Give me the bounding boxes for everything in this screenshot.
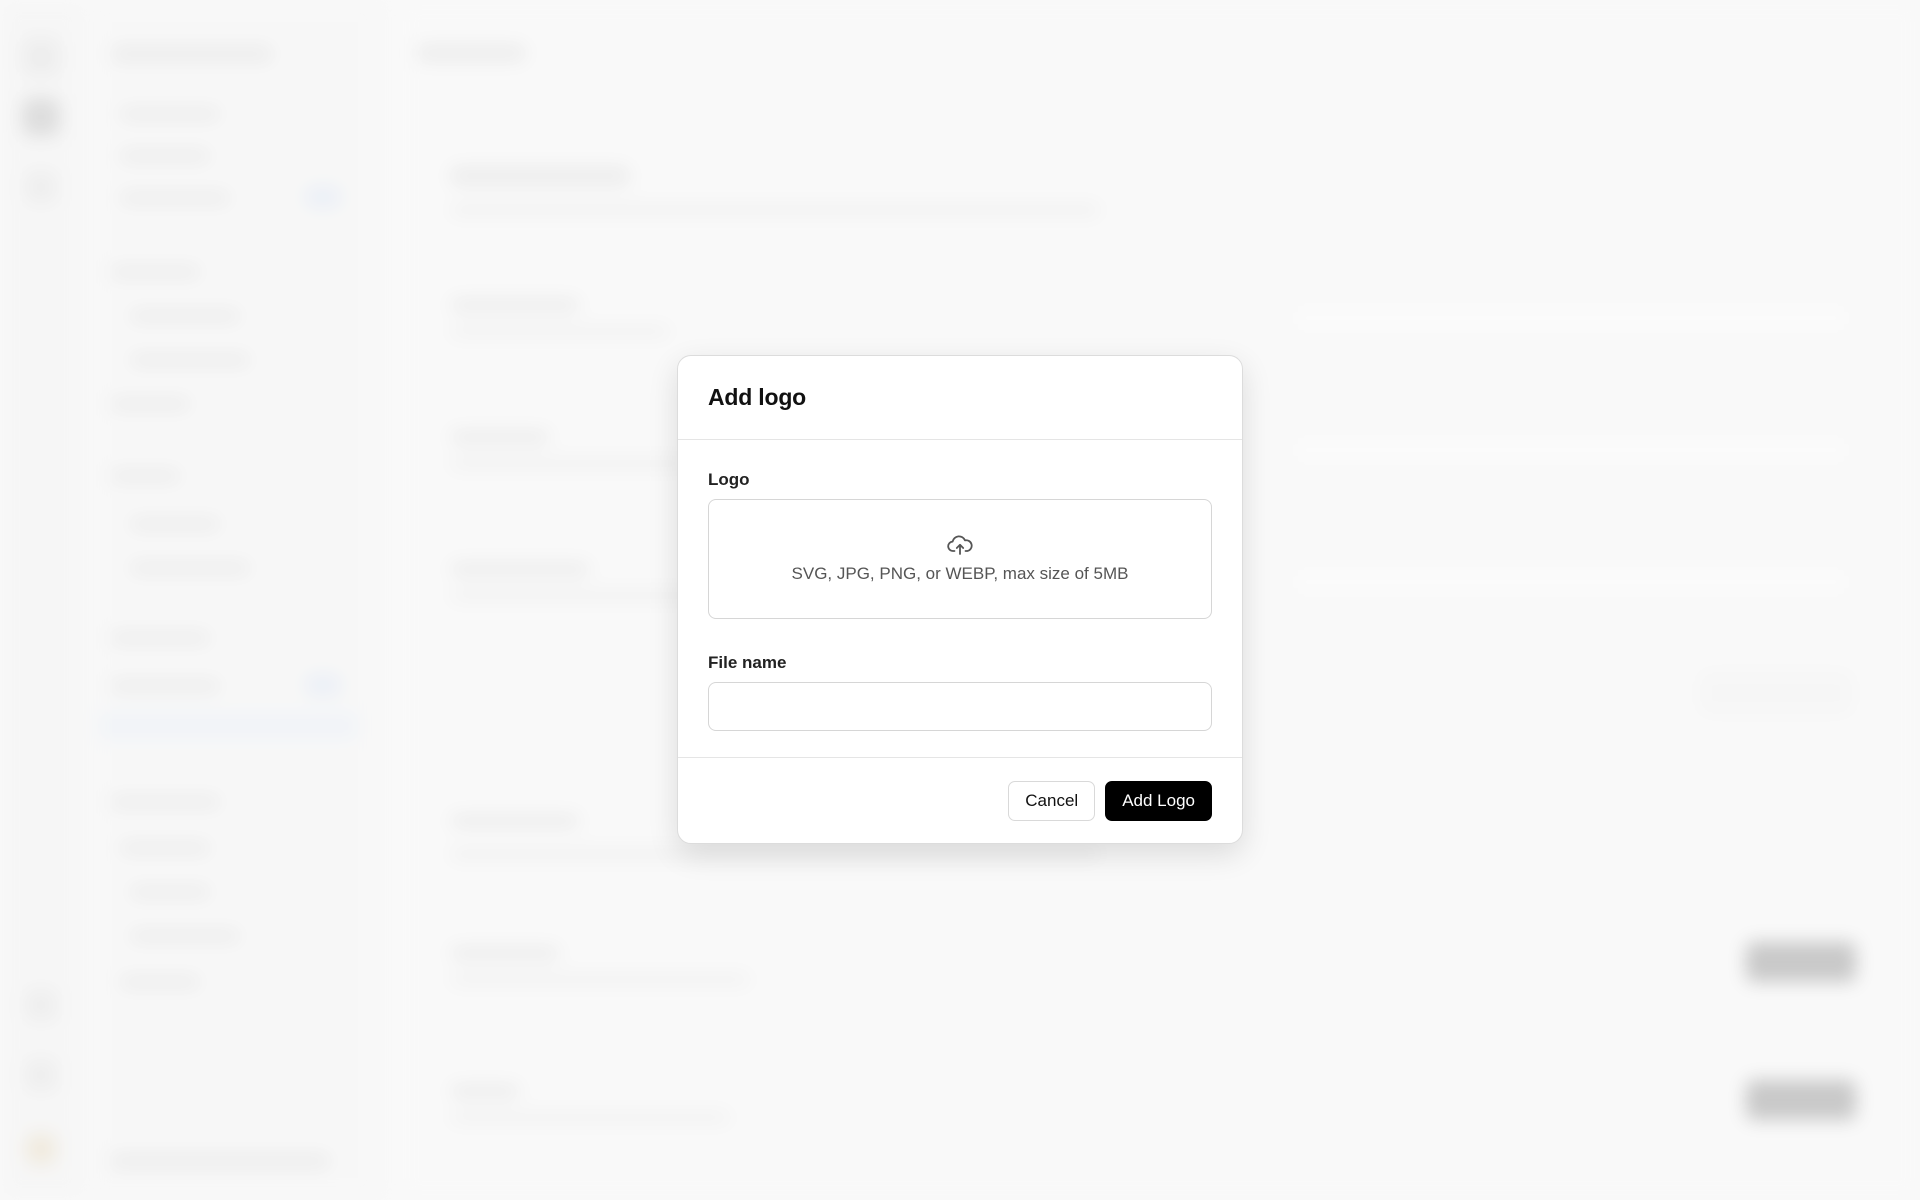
- add-logo-dialog: Add logo Logo SVG, JPG, PNG, or WEBP, ma…: [677, 355, 1243, 844]
- dropzone-hint: SVG, JPG, PNG, or WEBP, max size of 5MB: [791, 564, 1129, 583]
- logo-dropzone[interactable]: SVG, JPG, PNG, or WEBP, max size of 5MB: [708, 499, 1212, 619]
- dialog-header: Add logo: [678, 356, 1242, 440]
- file-name-label: File name: [708, 653, 787, 672]
- dialog-footer: Cancel Add Logo: [678, 758, 1242, 843]
- dialog-body: Logo SVG, JPG, PNG, or WEBP, max size of…: [678, 440, 1242, 758]
- logo-label: Logo: [708, 470, 750, 489]
- cancel-button[interactable]: Cancel: [1008, 781, 1096, 821]
- cloud-upload-icon: [947, 534, 973, 556]
- add-logo-button[interactable]: Add Logo: [1105, 781, 1212, 821]
- dialog-title: Add logo: [708, 384, 807, 410]
- file-name-input[interactable]: [708, 682, 1212, 731]
